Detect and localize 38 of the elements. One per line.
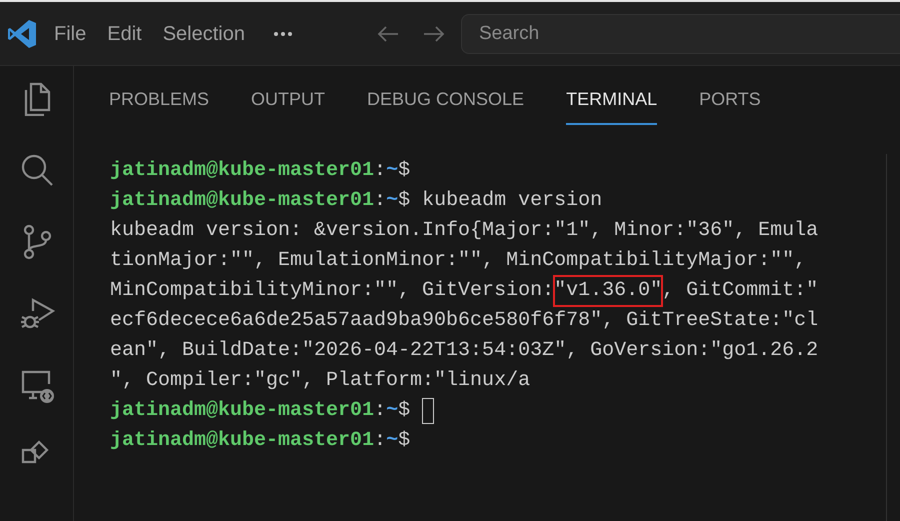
prompt-separator: : [374,158,386,184]
terminal-output: ecf6decece6a6de25a57aad9ba90b6ce580f6f78", GitTreeState:"cl [110,308,818,334]
prompt-separator: : [374,428,386,454]
prompt-symbol: $ [398,188,410,214]
terminal-output: ", Compiler:"gc", Platform:"linux/a [110,368,530,394]
prompt-symbol: $ [398,428,410,454]
app-logo-icon [6,18,38,50]
prompt-path: ~ [386,158,398,184]
prompt-user: jatinadm@kube-master01 [110,398,374,424]
prompt-user: jatinadm@kube-master01 [110,428,374,454]
more-icon[interactable] [272,30,293,36]
prompt-path: ~ [386,188,398,214]
prompt-separator: : [374,188,386,214]
menu-item[interactable]: Selection [162,18,245,48]
prompt-symbol: $ [398,398,410,424]
panel-tab[interactable]: PROBLEMS [109,86,210,125]
terminal-output: tionMajor:"", EmulationMinor:"", MinCompatibilityMajor:"", [110,248,806,274]
panel-tab[interactable]: DEBUG CONSOLE [367,86,524,125]
terminal-output: ean", BuildDate:"2026-04-22T13:54:03Z", GoVersion:"go1.26.2 [110,338,818,364]
forward-arrow-icon[interactable] [422,24,445,42]
panel-tab[interactable]: PORTS [699,86,761,125]
prompt-symbol: $ [398,158,410,184]
prompt-user: jatinadm@kube-master01 [110,188,374,214]
terminal-output: MinCompatibilityMinor:"", GitVersion: [110,278,554,304]
prompt-path: ~ [386,398,398,424]
panel-tab[interactable]: OUTPUT [251,86,326,125]
prompt-user: jatinadm@kube-master01 [110,158,374,184]
terminal-output: kubeadm version: &version.Info{Major:"1", Minor:"36", Emula [110,218,818,244]
prompt-path: ~ [386,428,398,454]
command-text: kubeadm version [421,188,602,214]
menu-item[interactable]: File [54,18,86,48]
menu-item[interactable]: Edit [107,18,142,48]
panel-tab[interactable]: TERMINAL [566,86,658,125]
search-field[interactable]: Search [460,14,900,54]
highlighted-output: "v1.36.0" [554,276,662,306]
terminal-output: , GitCommit:" [662,278,818,304]
prompt-separator: : [374,398,386,424]
back-arrow-icon[interactable] [376,24,399,42]
